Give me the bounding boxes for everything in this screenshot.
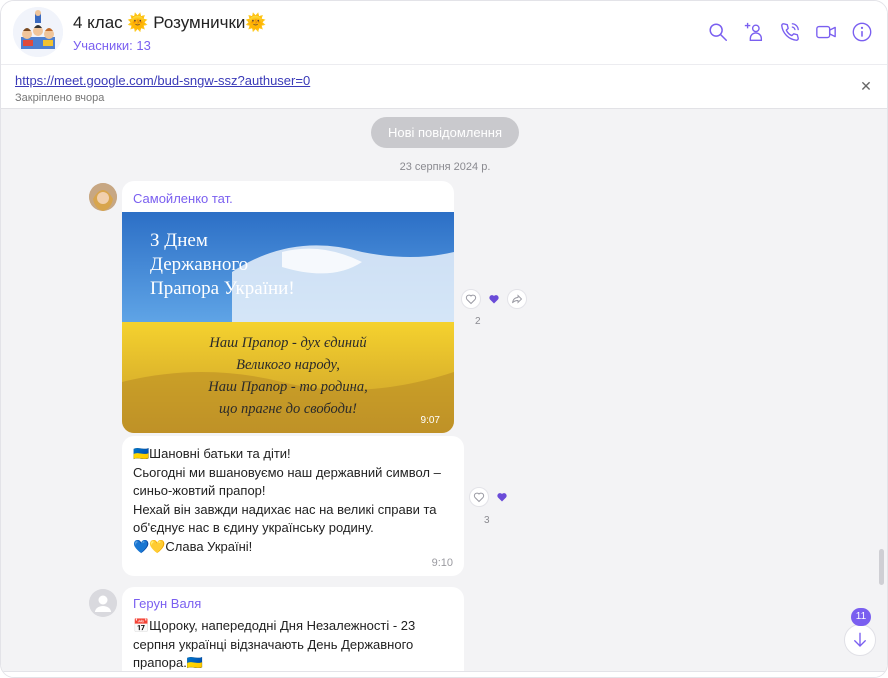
message-time: 9:10 <box>431 557 453 569</box>
chat-title[interactable]: 4 клас 🌞 Розумнички🌞 <box>73 13 267 33</box>
flag-day-image[interactable]: З Днем Державного Прапора України! Наш П… <box>122 212 454 433</box>
video-call-icon[interactable] <box>815 21 837 43</box>
message-text: 📅Щороку, напередодні Дня Незалежності - … <box>133 618 416 670</box>
voice-call-icon[interactable] <box>779 21 801 43</box>
arrow-down-icon <box>854 632 866 647</box>
close-icon[interactable]: ✕ <box>859 79 873 93</box>
message-bubble[interactable]: Герун Валя 📅Щороку, напередодні Дня Неза… <box>122 587 464 677</box>
heart-outline-icon[interactable] <box>461 289 481 309</box>
pinned-message-bar[interactable]: https://meet.google.com/bud-sngw-ssz?aut… <box>1 65 887 109</box>
message-time: 9:07 <box>421 415 441 426</box>
header-actions <box>707 21 873 43</box>
sender-name[interactable]: Герун Валя <box>133 596 201 611</box>
image-poem-line: Наш Прапор - дух єдиний <box>208 335 367 351</box>
heart-filled-icon[interactable] <box>485 290 503 308</box>
avatar[interactable] <box>89 589 117 617</box>
heart-filled-icon[interactable] <box>493 488 511 506</box>
search-icon[interactable] <box>707 21 729 43</box>
sender-name[interactable]: Самойленко тат. <box>133 191 233 206</box>
image-title-line: Прапора України! <box>150 278 295 299</box>
image-poem-line: Наш Прапор - то родина, <box>207 379 367 395</box>
composer-edge <box>1 671 887 677</box>
avatar[interactable] <box>89 183 117 211</box>
date-separator: 23 серпня 2024 р. <box>399 161 491 173</box>
chat-header: 4 клас 🌞 Розумнички🌞 Учасники: 13 <box>1 1 887 65</box>
scroll-to-bottom-button[interactable] <box>844 624 876 656</box>
reaction-count: 3 <box>484 515 490 526</box>
forward-icon[interactable] <box>507 289 527 309</box>
message-reactions <box>469 487 511 507</box>
chat-window: 4 клас 🌞 Розумнички🌞 Учасники: 13 https:… <box>0 0 888 678</box>
scrollbar[interactable] <box>879 549 884 585</box>
pinned-link[interactable]: https://meet.google.com/bud-sngw-ssz?aut… <box>15 73 310 88</box>
image-poem-line: Великого народу, <box>236 357 340 373</box>
message-bubble-image[interactable]: Самойленко тат. З Днем Державного Прапор… <box>122 181 454 433</box>
new-messages-button[interactable]: Нові повідомлення <box>371 117 519 148</box>
pinned-note: Закріплено вчора <box>15 92 105 104</box>
image-title-line: З Днем <box>150 230 208 251</box>
chat-area[interactable]: Нові повідомлення 23 серпня 2024 р. Само… <box>1 109 887 677</box>
heart-outline-icon[interactable] <box>469 487 489 507</box>
info-icon[interactable] <box>851 21 873 43</box>
image-title-line: Державного <box>150 254 248 275</box>
message-reactions <box>461 289 527 309</box>
reaction-count: 2 <box>475 316 481 327</box>
message-bubble[interactable]: 🇺🇦Шановні батьки та діти! Сьогодні ми вш… <box>122 436 464 576</box>
participants-count[interactable]: Учасники: 13 <box>73 38 151 53</box>
group-avatar[interactable] <box>13 7 63 57</box>
message-text: 🇺🇦Шановні батьки та діти! Сьогодні ми вш… <box>133 446 441 554</box>
image-poem-line: що прагне до свободи! <box>219 401 357 417</box>
unread-badge: 11 <box>851 608 871 626</box>
add-participant-icon[interactable] <box>743 21 765 43</box>
